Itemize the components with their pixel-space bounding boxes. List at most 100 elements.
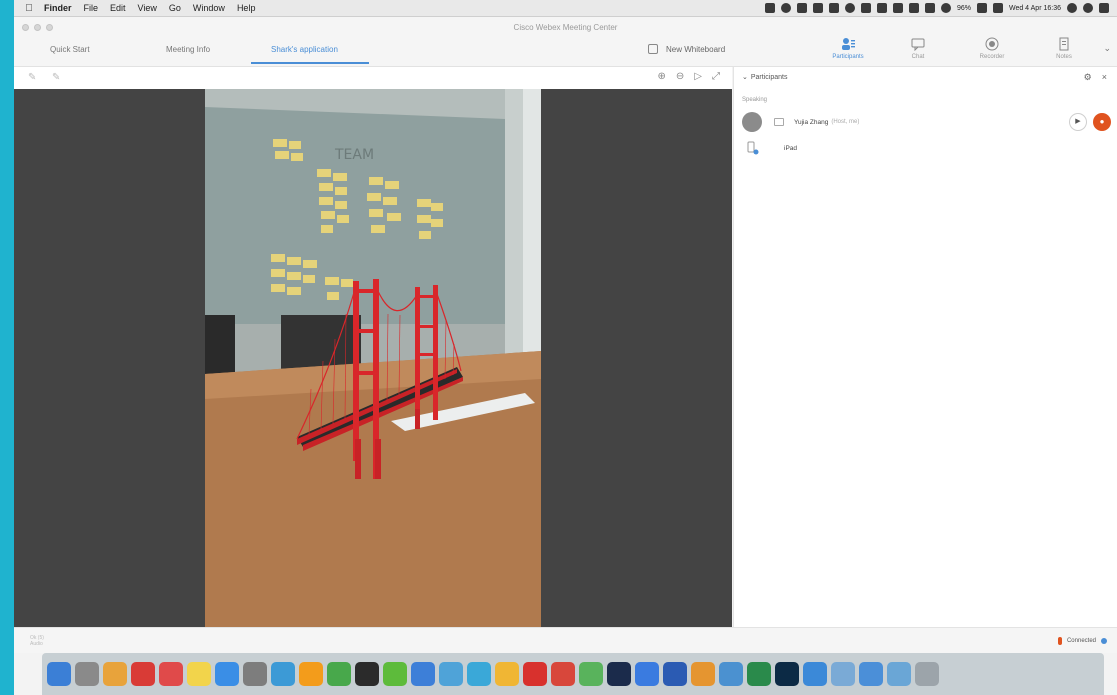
sketch-icon[interactable] <box>495 662 519 686</box>
tab-meeting-info[interactable]: Meeting Info <box>166 45 210 54</box>
connection-status[interactable]: Connected <box>1057 637 1107 645</box>
tab-quick-start[interactable]: Quick Start <box>50 45 90 54</box>
menubar-status-icon[interactable] <box>844 3 855 13</box>
menubar-status-icon[interactable] <box>876 3 887 13</box>
excel-icon[interactable] <box>747 662 771 686</box>
menu-go[interactable]: Go <box>169 3 181 13</box>
participant-row[interactable]: Yujia Zhang (Host, me) ▶ ● <box>734 109 1117 135</box>
preview-icon[interactable] <box>831 662 855 686</box>
mobile-device-icon <box>747 141 759 155</box>
wechat-icon[interactable] <box>383 662 407 686</box>
menubar-status-icon[interactable] <box>908 3 919 13</box>
menu-app-name[interactable]: Finder <box>44 3 72 13</box>
connected-dot-icon <box>1101 638 1107 644</box>
word-icon[interactable] <box>663 662 687 686</box>
maps-icon[interactable] <box>579 662 603 686</box>
active-tab-indicator <box>251 62 369 64</box>
appstore-icon[interactable] <box>215 662 239 686</box>
apple-icon[interactable]:  <box>20 3 38 14</box>
participant-row[interactable]: iPad <box>734 135 1117 161</box>
notes-label: Notes <box>1056 54 1072 60</box>
vscode-icon[interactable] <box>859 662 883 686</box>
shared-content-area[interactable]: TEAM <box>14 89 732 627</box>
wifi-icon[interactable] <box>940 3 951 13</box>
menubar-status-icon[interactable] <box>892 3 903 13</box>
menubar-status-icon[interactable] <box>860 3 871 13</box>
notes-icon[interactable] <box>187 662 211 686</box>
annotate-icon[interactable]: ▷ <box>694 71 702 82</box>
pages-icon[interactable] <box>299 662 323 686</box>
window-title: Cisco Webex Meeting Center <box>513 22 618 32</box>
notes-icon <box>1059 37 1069 51</box>
zoom-out-icon[interactable]: ⊖ <box>676 71 684 82</box>
status-line-2: Audio <box>30 641 43 647</box>
panel-header: ⌄ Participants ⚙ × <box>734 67 1117 87</box>
menu-edit[interactable]: Edit <box>110 3 126 13</box>
chat-button[interactable]: Chat <box>888 37 948 67</box>
close-icon[interactable]: × <box>1102 72 1107 82</box>
chevron-down-icon[interactable]: ⌄ <box>1103 43 1111 54</box>
numbers-icon[interactable] <box>327 662 351 686</box>
trash-icon[interactable] <box>915 662 939 686</box>
system-preferences-icon[interactable] <box>243 662 267 686</box>
webex-icon[interactable] <box>607 662 631 686</box>
notes-button[interactable]: Notes <box>1034 37 1094 67</box>
menubar-status-icon[interactable] <box>828 3 839 13</box>
pointer-icon[interactable]: ✎ <box>52 72 60 83</box>
mute-button[interactable]: ● <box>1093 113 1111 131</box>
recorder-button[interactable]: Recorder <box>962 37 1022 67</box>
pen-icon[interactable]: ✎ <box>28 72 36 83</box>
netease-icon[interactable] <box>523 662 547 686</box>
menubar-status-icon[interactable] <box>924 3 935 13</box>
chat-icon[interactable] <box>355 662 379 686</box>
menu-help[interactable]: Help <box>237 3 256 13</box>
recorder-label: Recorder <box>979 54 1005 60</box>
xcode-icon[interactable] <box>467 662 491 686</box>
participants-button[interactable]: Participants <box>818 37 878 67</box>
expand-icon[interactable]: ⤢ <box>712 71 720 82</box>
menubar-status-icon[interactable] <box>796 3 807 13</box>
notification-center-icon[interactable] <box>1099 3 1109 13</box>
menubar-status-icon[interactable] <box>764 3 775 13</box>
video-button[interactable]: ▶ <box>1069 113 1087 131</box>
menu-file[interactable]: File <box>84 3 99 13</box>
dock <box>42 653 1104 695</box>
meeting-info-text: Ok (5) Audio <box>30 635 44 647</box>
sequel-icon[interactable] <box>691 662 715 686</box>
battery-percent: 96% <box>956 4 971 12</box>
menu-window[interactable]: Window <box>193 3 225 13</box>
gear-icon[interactable]: ⚙ <box>1084 72 1092 83</box>
collapse-icon[interactable]: ⌄ <box>742 73 748 81</box>
menubar-clock[interactable]: Wed 4 Apr 16:36 <box>1009 5 1061 12</box>
qq-icon[interactable] <box>271 662 295 686</box>
calendar-icon[interactable] <box>131 662 155 686</box>
battery-icon[interactable] <box>976 3 987 13</box>
wechat-work-icon[interactable] <box>719 662 743 686</box>
microphone-icon <box>1057 637 1062 645</box>
screen:  Finder File Edit View Go Window Help 9… <box>14 0 1117 695</box>
zoom-in-icon[interactable]: ⊕ <box>658 71 666 82</box>
downloads-icon[interactable] <box>887 662 911 686</box>
trash-app-icon[interactable] <box>439 662 463 686</box>
safari-icon[interactable] <box>103 662 127 686</box>
avatar <box>742 112 762 132</box>
chrome-icon[interactable] <box>551 662 575 686</box>
record-icon <box>985 37 999 51</box>
chat-icon <box>911 38 925 51</box>
input-icon[interactable] <box>992 3 1003 13</box>
finder-icon[interactable] <box>47 662 71 686</box>
chat-label: Chat <box>911 54 925 60</box>
spotlight-icon[interactable] <box>1067 3 1077 13</box>
menubar-status-icon[interactable] <box>812 3 823 13</box>
photos-icon[interactable] <box>159 662 183 686</box>
photoshop-icon[interactable] <box>775 662 799 686</box>
new-whiteboard-button[interactable]: New Whiteboard <box>648 44 725 54</box>
launchpad-icon[interactable] <box>75 662 99 686</box>
tab-shared-application[interactable]: Shark's application <box>271 45 338 54</box>
menubar-status-icon[interactable] <box>780 3 791 13</box>
menu-view[interactable]: View <box>138 3 157 13</box>
tweak-icon[interactable] <box>411 662 435 686</box>
app-store-blue-icon[interactable] <box>803 662 827 686</box>
siri-icon[interactable] <box>1083 3 1093 13</box>
webstorm-icon[interactable] <box>635 662 659 686</box>
